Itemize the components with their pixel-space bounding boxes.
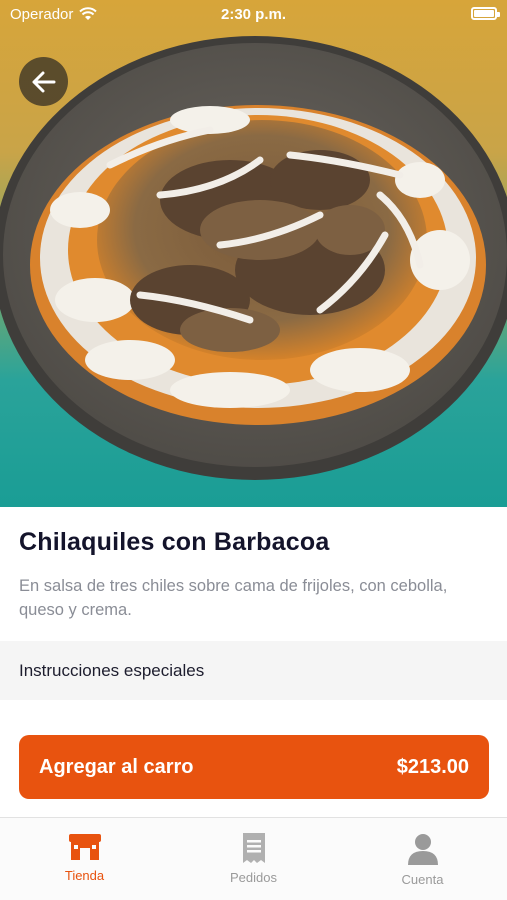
arrow-left-icon bbox=[32, 71, 55, 92]
person-icon bbox=[407, 834, 438, 865]
chilaquiles-photo bbox=[0, 36, 507, 480]
receipt-icon bbox=[242, 833, 265, 863]
add-to-cart-button[interactable]: Agregar al carro $213.00 bbox=[19, 735, 489, 799]
store-icon bbox=[68, 834, 101, 860]
status-time: 2:30 p.m. bbox=[220, 5, 287, 23]
back-button[interactable] bbox=[19, 57, 68, 106]
battery-icon bbox=[471, 7, 500, 20]
tab-tienda[interactable]: Tienda bbox=[0, 818, 169, 900]
tab-bar: Tienda Pedidos Cuenta bbox=[0, 817, 507, 900]
special-instructions-field[interactable]: Instrucciones especiales bbox=[0, 641, 507, 700]
wifi-icon bbox=[79, 7, 98, 20]
product-image bbox=[0, 0, 507, 507]
status-carrier-group: Operador bbox=[10, 5, 98, 23]
tab-cuenta[interactable]: Cuenta bbox=[338, 818, 507, 900]
carrier-label: Operador bbox=[10, 5, 74, 23]
tab-cuenta-label: Cuenta bbox=[401, 872, 444, 887]
tab-pedidos[interactable]: Pedidos bbox=[169, 818, 338, 900]
product-title: Chilaquiles con Barbacoa bbox=[19, 528, 330, 556]
tab-tienda-label: Tienda bbox=[64, 868, 105, 883]
tab-pedidos-label: Pedidos bbox=[230, 870, 277, 885]
status-bar: Operador 2:30 p.m. bbox=[0, 0, 507, 28]
add-to-cart-label: Agregar al carro bbox=[39, 755, 194, 778]
special-instructions-label: Instrucciones especiales bbox=[19, 660, 205, 680]
product-description: En salsa de tres chiles sobre cama de fr… bbox=[19, 577, 448, 619]
add-to-cart-price: $213.00 bbox=[396, 755, 469, 778]
